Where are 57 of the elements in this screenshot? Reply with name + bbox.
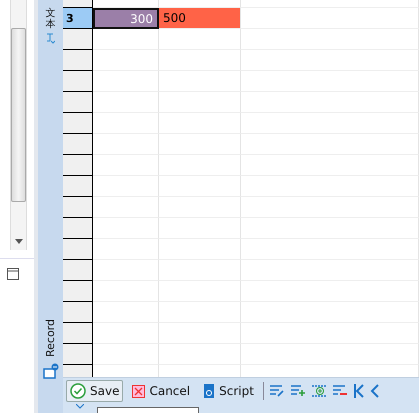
table-cell — [93, 176, 159, 197]
row-header[interactable] — [63, 239, 93, 260]
scrollbar[interactable] — [10, 0, 27, 250]
row-header[interactable] — [63, 113, 93, 134]
script-button[interactable]: Script — [199, 380, 258, 402]
scrollbar-thumb[interactable] — [11, 28, 26, 202]
close-icon — [132, 384, 146, 398]
table-cell: 500 — [159, 8, 241, 29]
row-header[interactable] — [63, 134, 93, 155]
table-cell — [93, 134, 159, 155]
row-header[interactable] — [63, 71, 93, 92]
scroll-down-icon[interactable] — [14, 239, 22, 244]
window-icon[interactable] — [7, 268, 19, 280]
add-row-icon[interactable] — [290, 384, 306, 398]
row-header[interactable]: 3 — [63, 8, 93, 29]
table-cell — [93, 281, 159, 302]
table-cell — [93, 323, 159, 344]
remove-row-icon[interactable] — [332, 384, 348, 398]
cancel-button[interactable]: Cancel — [128, 381, 194, 401]
row-header[interactable] — [63, 50, 93, 71]
table-cell — [93, 302, 159, 323]
row-header[interactable] — [63, 344, 93, 365]
edit-list-icon[interactable] — [268, 384, 285, 398]
text-cursor-icon[interactable] — [46, 33, 55, 45]
table-cell: 300 — [93, 8, 159, 29]
row-header[interactable] — [63, 197, 93, 218]
table-cell — [93, 197, 159, 218]
side-tab[interactable]: 文本 — [46, 8, 56, 30]
table-cell — [93, 113, 159, 134]
row-header[interactable] — [63, 302, 93, 323]
table-cell — [93, 50, 159, 71]
row-header[interactable] — [63, 260, 93, 281]
collapse-icon[interactable] — [76, 404, 84, 409]
row-header[interactable] — [63, 29, 93, 50]
row-header[interactable] — [63, 92, 93, 113]
table-cell — [93, 155, 159, 176]
row-header[interactable] — [63, 0, 93, 8]
row-header[interactable] — [63, 323, 93, 344]
row-header[interactable] — [63, 281, 93, 302]
document-icon — [203, 383, 216, 399]
table-cell — [93, 29, 159, 50]
first-page-icon[interactable] — [352, 383, 365, 399]
table-cell — [93, 71, 159, 92]
save-button[interactable]: Save — [66, 380, 124, 402]
row-header[interactable] — [63, 155, 93, 176]
table-cell — [93, 344, 159, 365]
folder-icon[interactable] — [42, 363, 58, 379]
table-cell — [93, 239, 159, 260]
row-header[interactable] — [63, 176, 93, 197]
table-cell — [93, 92, 159, 113]
add-column-icon[interactable] — [310, 384, 327, 398]
check-circle-icon — [70, 383, 86, 399]
table-cell — [93, 260, 159, 281]
side-tab[interactable]: Record — [44, 318, 58, 357]
row-header[interactable] — [63, 218, 93, 239]
previous-icon[interactable] — [370, 383, 380, 399]
table-cell — [93, 218, 159, 239]
